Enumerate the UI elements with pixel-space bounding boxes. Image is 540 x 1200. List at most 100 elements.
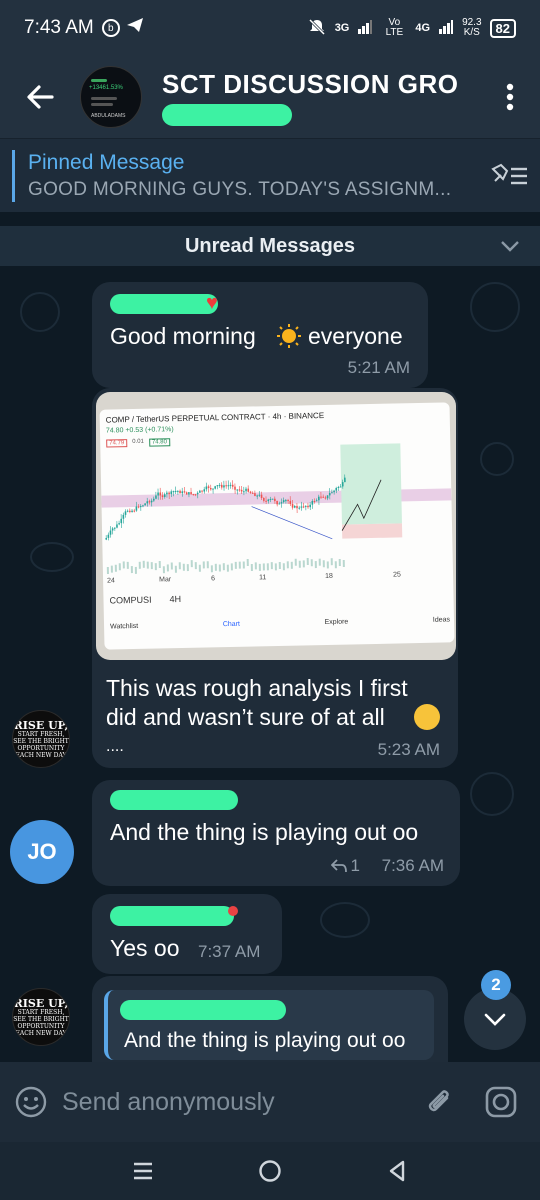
header-text[interactable]: SCT DISCUSSION GRO — [162, 69, 480, 126]
chevron-down-icon[interactable] — [498, 234, 522, 258]
pinned-text: Pinned Message GOOD MORNING GUYS. TODAY'… — [28, 151, 480, 201]
heart-emoji-icon: ♥ — [206, 292, 218, 314]
volume-bar — [182, 563, 185, 571]
volume-bar — [278, 561, 281, 570]
chart-screenshot-image[interactable]: COMP / TetherUS PERPETUAL CONTRACT · 4h … — [96, 392, 456, 660]
pinned-message-bar[interactable]: Pinned Message GOOD MORNING GUYS. TODAY'… — [0, 138, 540, 212]
volume-bar — [274, 563, 277, 571]
home-button[interactable] — [240, 1142, 300, 1200]
volume-bar — [130, 566, 133, 574]
message-bubble[interactable]: And the thing is playing out oo — [92, 976, 448, 1062]
sender-avatar-jo[interactable]: JO — [10, 820, 74, 884]
back-button[interactable] — [0, 56, 80, 138]
volume-bar — [298, 560, 301, 568]
candle-body — [113, 527, 116, 529]
candle-body — [174, 490, 177, 492]
volume-bar — [194, 562, 197, 570]
message-text-dots: .... — [106, 738, 124, 755]
candle-body — [240, 489, 243, 492]
scroll-to-bottom-button[interactable]: 2 — [464, 970, 526, 1050]
volume-bar — [306, 557, 309, 566]
candle-body — [245, 488, 247, 492]
candle-body — [105, 537, 108, 540]
data-speed: 92.3 K/S — [462, 18, 481, 38]
candle-body — [278, 503, 281, 505]
message-time: 7:36 AM — [381, 856, 444, 875]
pinned-list-button[interactable] — [480, 163, 540, 189]
system-nav-bar — [0, 1142, 540, 1200]
chat-area[interactable]: Unread Messages ♥ Good morning everyone … — [0, 212, 540, 1062]
volume-bar — [126, 561, 129, 569]
battery-indicator: 82 — [489, 18, 516, 38]
volume-bar — [158, 560, 161, 569]
candle-body — [172, 491, 175, 493]
avatar-owner: ABDULADAMS — [91, 113, 126, 119]
candle-body — [309, 504, 312, 508]
message-text-line2: did and wasn’t sure of at all — [106, 704, 385, 730]
candle-body — [209, 487, 212, 490]
candle-body — [216, 485, 219, 487]
candle-body — [269, 498, 272, 500]
back-nav-button[interactable] — [367, 1142, 427, 1200]
candle-body — [287, 500, 289, 502]
candle-body — [293, 505, 296, 508]
candle-body — [258, 494, 261, 496]
axis-tick: 11 — [259, 574, 267, 582]
candle-body — [344, 477, 346, 483]
volume-bar — [254, 562, 257, 570]
reply-arrow-icon — [330, 859, 347, 873]
message-bubble[interactable]: COMP / TetherUS PERPETUAL CONTRACT · 4h … — [92, 388, 458, 768]
candle-body — [192, 494, 195, 496]
volume-bar — [186, 564, 189, 572]
candle-body — [131, 510, 133, 513]
candle-body — [220, 484, 223, 488]
volume-bar — [302, 560, 305, 568]
candle-body — [267, 499, 270, 502]
candle-body — [153, 498, 155, 501]
target-zone — [340, 443, 402, 525]
candle-body — [243, 491, 245, 493]
mute-icon — [307, 17, 327, 40]
emoji-button[interactable] — [0, 1062, 62, 1142]
candle-body — [155, 495, 157, 499]
message-bubble[interactable]: And the thing is playing out oo 1 7:36 A… — [92, 780, 460, 886]
sender-avatar[interactable]: RISE UP, START FRESH, SEE THE BRIGHT OPP… — [12, 710, 70, 768]
volume-bar — [338, 558, 341, 567]
clock: 7:43 AM — [24, 17, 94, 38]
more-options-button[interactable] — [480, 56, 540, 138]
candle-body — [337, 486, 340, 488]
network2-label: 4G — [415, 22, 431, 34]
camera-button[interactable] — [470, 1062, 532, 1142]
candle-body — [317, 496, 320, 501]
wallpaper-doodle — [470, 772, 514, 816]
attach-button[interactable] — [408, 1062, 470, 1142]
volume-bar — [170, 562, 173, 570]
recent-apps-button[interactable] — [113, 1142, 173, 1200]
candle-body — [122, 514, 125, 519]
group-avatar[interactable]: +13461.53% ABDULADAMS — [80, 66, 142, 128]
candle-body — [116, 524, 118, 528]
candle-body — [285, 500, 287, 502]
avatar-text: SEE THE BRIGHT — [13, 1015, 69, 1023]
volume-bar — [226, 564, 229, 572]
message-text-part1: Good morning — [110, 323, 256, 349]
instant-camera-icon — [485, 1086, 517, 1118]
message-time: 5:23 AM — [377, 740, 440, 759]
message-bubble[interactable]: ♥ Good morning everyone 5:21 AM — [92, 282, 428, 388]
volume-bar — [314, 561, 317, 569]
candle-body — [251, 492, 254, 494]
volume-bar — [190, 560, 193, 568]
candle-body — [183, 491, 186, 493]
status-bar: 7:43 AM b 3G Vo LTE 4G 92.3 K/S 82 — [0, 0, 540, 56]
volume-bar — [214, 563, 217, 571]
candle-body — [333, 490, 335, 493]
message-input[interactable] — [62, 1087, 408, 1117]
candle-body — [274, 498, 276, 502]
sender-avatar[interactable]: RISE UP, START FRESH, SEE THE BRIGHT OPP… — [12, 988, 70, 1046]
reply-quote[interactable]: And the thing is playing out oo — [104, 990, 434, 1060]
chart-title: COMP / TetherUS PERPETUAL CONTRACT · 4h … — [105, 410, 325, 425]
candle-body — [159, 492, 162, 496]
volume-bar — [162, 566, 165, 574]
avatar-stat: +13461.53% — [89, 85, 123, 91]
message-bubble[interactable]: Yes oo 7:37 AM — [92, 894, 282, 974]
